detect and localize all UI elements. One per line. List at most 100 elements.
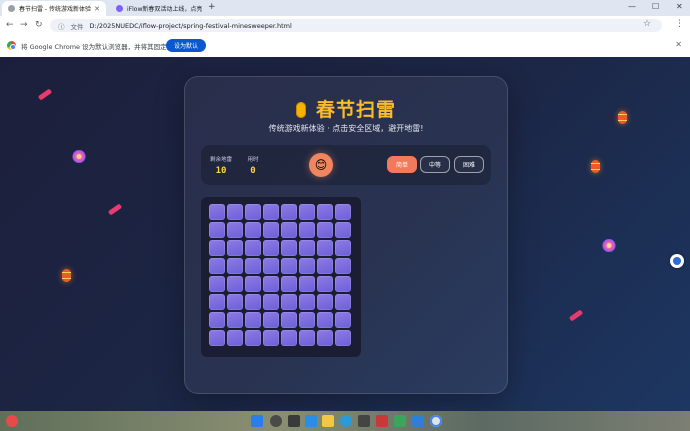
chrome-taskbar-icon[interactable] [430, 415, 442, 427]
board-cell[interactable] [209, 294, 225, 310]
board-cell[interactable] [209, 330, 225, 346]
side-panel-button[interactable] [670, 254, 684, 268]
store-icon[interactable] [358, 415, 370, 427]
board-cell[interactable] [263, 330, 279, 346]
board-cell[interactable] [317, 240, 333, 256]
board-cell[interactable] [281, 294, 297, 310]
board-cell[interactable] [335, 312, 351, 328]
board-cell[interactable] [317, 222, 333, 238]
board-cell[interactable] [263, 312, 279, 328]
board-cell[interactable] [227, 258, 243, 274]
board-cell[interactable] [281, 204, 297, 220]
close-infobar-icon[interactable]: ✕ [675, 40, 682, 49]
board-cell[interactable] [335, 240, 351, 256]
board-cell[interactable] [245, 240, 261, 256]
back-icon[interactable]: ← [6, 20, 14, 30]
board-cell[interactable] [335, 222, 351, 238]
app-icon[interactable] [376, 415, 388, 427]
board-cell[interactable] [227, 330, 243, 346]
bookmark-star-icon[interactable]: ☆ [643, 19, 651, 29]
board-cell[interactable] [245, 294, 261, 310]
task-view-icon[interactable] [288, 415, 300, 427]
board-cell[interactable] [317, 258, 333, 274]
search-icon[interactable] [270, 415, 282, 427]
board-cell[interactable] [227, 222, 243, 238]
board-cell[interactable] [245, 330, 261, 346]
board-cell[interactable] [299, 312, 315, 328]
board-cell[interactable] [245, 204, 261, 220]
board-cell[interactable] [209, 240, 225, 256]
board-cell[interactable] [335, 294, 351, 310]
board-cell[interactable] [245, 312, 261, 328]
windows-start-icon[interactable] [251, 415, 263, 427]
board-cell[interactable] [281, 258, 297, 274]
board-cell[interactable] [263, 276, 279, 292]
board-cell[interactable] [227, 312, 243, 328]
board-cell[interactable] [299, 240, 315, 256]
board-cell[interactable] [299, 276, 315, 292]
board-cell[interactable] [299, 204, 315, 220]
smiley-restart-button[interactable]: 😊 [309, 153, 333, 177]
difficulty-hard-button[interactable]: 困难 [454, 156, 484, 173]
board-cell[interactable] [209, 312, 225, 328]
app-icon[interactable] [394, 415, 406, 427]
board-cell[interactable] [281, 240, 297, 256]
difficulty-easy-button[interactable]: 简单 [387, 156, 417, 173]
maximize-icon[interactable]: ☐ [652, 2, 659, 11]
board-cell[interactable] [245, 222, 261, 238]
close-tab-icon[interactable]: ✕ [94, 5, 100, 13]
board-cell[interactable] [299, 258, 315, 274]
edge-icon[interactable] [340, 415, 352, 427]
board-cell[interactable] [299, 222, 315, 238]
set-default-button[interactable]: 设为默认 [166, 39, 207, 52]
file-explorer-icon[interactable] [322, 415, 334, 427]
board-cell[interactable] [209, 204, 225, 220]
browser-toolbar: ← → ↻ ⓘ 文件 D:/2025NUEDC/iflow-project/sp… [0, 16, 690, 35]
board-cell[interactable] [335, 204, 351, 220]
board-cell[interactable] [335, 258, 351, 274]
board-cell[interactable] [281, 312, 297, 328]
minimize-icon[interactable]: — [628, 2, 636, 11]
tab-minesweeper[interactable]: 春节扫雷 - 传统游戏新体验 ✕ [2, 1, 106, 16]
close-window-icon[interactable]: ✕ [676, 2, 683, 11]
board-cell[interactable] [281, 222, 297, 238]
board-cell[interactable] [227, 294, 243, 310]
board-cell[interactable] [335, 276, 351, 292]
game-title-text: 春节扫雷 [315, 99, 396, 121]
board-cell[interactable] [299, 294, 315, 310]
widgets-icon[interactable] [305, 415, 317, 427]
menu-icon[interactable]: ⋮ [675, 19, 684, 29]
board-cell[interactable] [281, 330, 297, 346]
board-cell[interactable] [245, 276, 261, 292]
board-cell[interactable] [317, 276, 333, 292]
iflow-icon [116, 5, 123, 12]
forward-icon[interactable]: → [20, 20, 28, 30]
board-cell[interactable] [227, 240, 243, 256]
board-cell[interactable] [335, 330, 351, 346]
board-cell[interactable] [299, 330, 315, 346]
info-icon[interactable]: ⓘ [58, 21, 65, 31]
board-cell[interactable] [209, 276, 225, 292]
board-cell[interactable] [209, 258, 225, 274]
board-cell[interactable] [263, 294, 279, 310]
new-tab-icon[interactable]: + [208, 2, 216, 12]
board-cell[interactable] [227, 276, 243, 292]
board-cell[interactable] [209, 222, 225, 238]
board-cell[interactable] [263, 204, 279, 220]
board-cell[interactable] [317, 312, 333, 328]
reload-icon[interactable]: ↻ [35, 20, 43, 30]
board-cell[interactable] [245, 258, 261, 274]
board-cell[interactable] [317, 330, 333, 346]
board-cell[interactable] [263, 240, 279, 256]
board-cell[interactable] [263, 222, 279, 238]
weather-widget-icon[interactable] [6, 415, 18, 427]
board-cell[interactable] [317, 204, 333, 220]
difficulty-medium-button[interactable]: 中等 [420, 156, 450, 173]
tab-iflow[interactable]: iFlow新春双活动上线，点亮... ✕ [110, 1, 202, 16]
address-bar[interactable]: ⓘ 文件 D:/2025NUEDC/iflow-project/spring-f… [50, 19, 662, 32]
board-cell[interactable] [317, 294, 333, 310]
board-cell[interactable] [281, 276, 297, 292]
board-cell[interactable] [263, 258, 279, 274]
vscode-icon[interactable] [412, 415, 424, 427]
board-cell[interactable] [227, 204, 243, 220]
